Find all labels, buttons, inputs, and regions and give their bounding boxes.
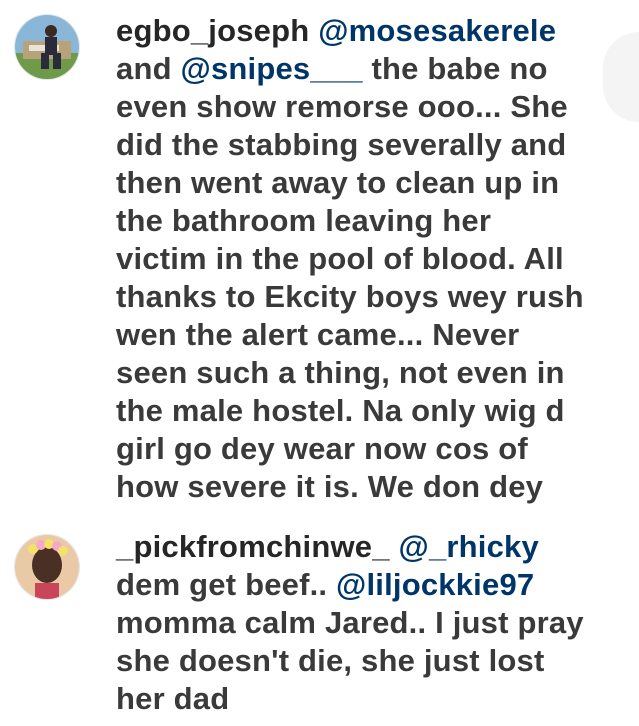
comment-line: dem get beef.. @liljockkie97 [116, 566, 636, 604]
comment-segment [309, 13, 318, 48]
comment-segment: she doesn't die, she just lost [116, 643, 545, 678]
username-link[interactable]: egbo_joseph [116, 13, 309, 48]
comment-segment: the bathroom leaving her [116, 203, 492, 238]
comment-segment: girl go dey wear now cos of [116, 431, 528, 466]
comment-segment: wen the alert came... Never [116, 317, 520, 352]
comment-line: then went away to clean up in [116, 164, 636, 202]
comment-segment: even show remorse ooo... She [116, 89, 568, 124]
comment-segment: seen such a thing, not even in [116, 355, 565, 390]
comment-line: seen such a thing, not even in [116, 354, 636, 392]
comment-line: even show remorse ooo... She [116, 88, 636, 126]
comment-segment: the male hostel. Na only wig d [116, 393, 565, 428]
comment-line: she doesn't die, she just lost [116, 642, 636, 680]
comment-text: egbo_joseph @mosesakerele and @snipes___ … [116, 12, 636, 506]
mention-link[interactable]: @liljockkie97 [336, 567, 534, 602]
comment-line: momma calm Jared.. I just pray [116, 604, 636, 642]
comment-line: wen the alert came... Never [116, 316, 636, 354]
comment-segment: then went away to clean up in [116, 165, 560, 200]
comment-line: how severe it is. We don dey [116, 468, 636, 506]
comment-line: egbo_joseph @mosesakerele [116, 12, 636, 50]
comment-segment: the babe no [362, 51, 548, 86]
comment-segment: dem get beef.. [116, 567, 337, 602]
comment-line: did the stabbing severally and [116, 126, 636, 164]
comment-line: and @snipes___ the babe no [116, 50, 636, 88]
comment-item: egbo_joseph @mosesakerele and @snipes___ … [0, 0, 639, 520]
user-photo-avatar-icon [15, 15, 79, 79]
comment-segment: her dad [116, 681, 230, 716]
avatar[interactable] [14, 14, 80, 80]
comment-line: girl go dey wear now cos of [116, 430, 636, 468]
mention-link[interactable]: @_rhicky [399, 529, 539, 564]
comment-segment: victim in the pool of blood. All [116, 241, 564, 276]
comment-segment: and [116, 51, 181, 86]
comment-line: the bathroom leaving her [116, 202, 636, 240]
comment-segment: did the stabbing severally and [116, 127, 567, 162]
username-link[interactable]: _pickfromchinwe_ [116, 529, 390, 564]
mention-link[interactable]: @snipes___ [181, 51, 363, 86]
comment-line: the male hostel. Na only wig d [116, 392, 636, 430]
comment-segment: thanks to Ekcity boys wey rush [116, 279, 584, 314]
comment-line: thanks to Ekcity boys wey rush [116, 278, 636, 316]
comment-item: _pickfromchinwe_ @_rhicky dem get beef.. … [0, 520, 639, 726]
comment-line: her dad [116, 680, 636, 718]
comment-segment [390, 529, 399, 564]
comment-segment: how severe it is. We don dey [116, 469, 544, 504]
comment-segment: momma calm Jared.. I just pray [116, 605, 584, 640]
comment-line: victim in the pool of blood. All [116, 240, 636, 278]
comment-line: _pickfromchinwe_ @_rhicky [116, 528, 636, 566]
avatar[interactable] [14, 534, 80, 600]
comment-text: _pickfromchinwe_ @_rhicky dem get beef.. … [116, 528, 636, 718]
user-photo-avatar-icon [15, 535, 79, 599]
mention-link[interactable]: @mosesakerele [318, 13, 556, 48]
